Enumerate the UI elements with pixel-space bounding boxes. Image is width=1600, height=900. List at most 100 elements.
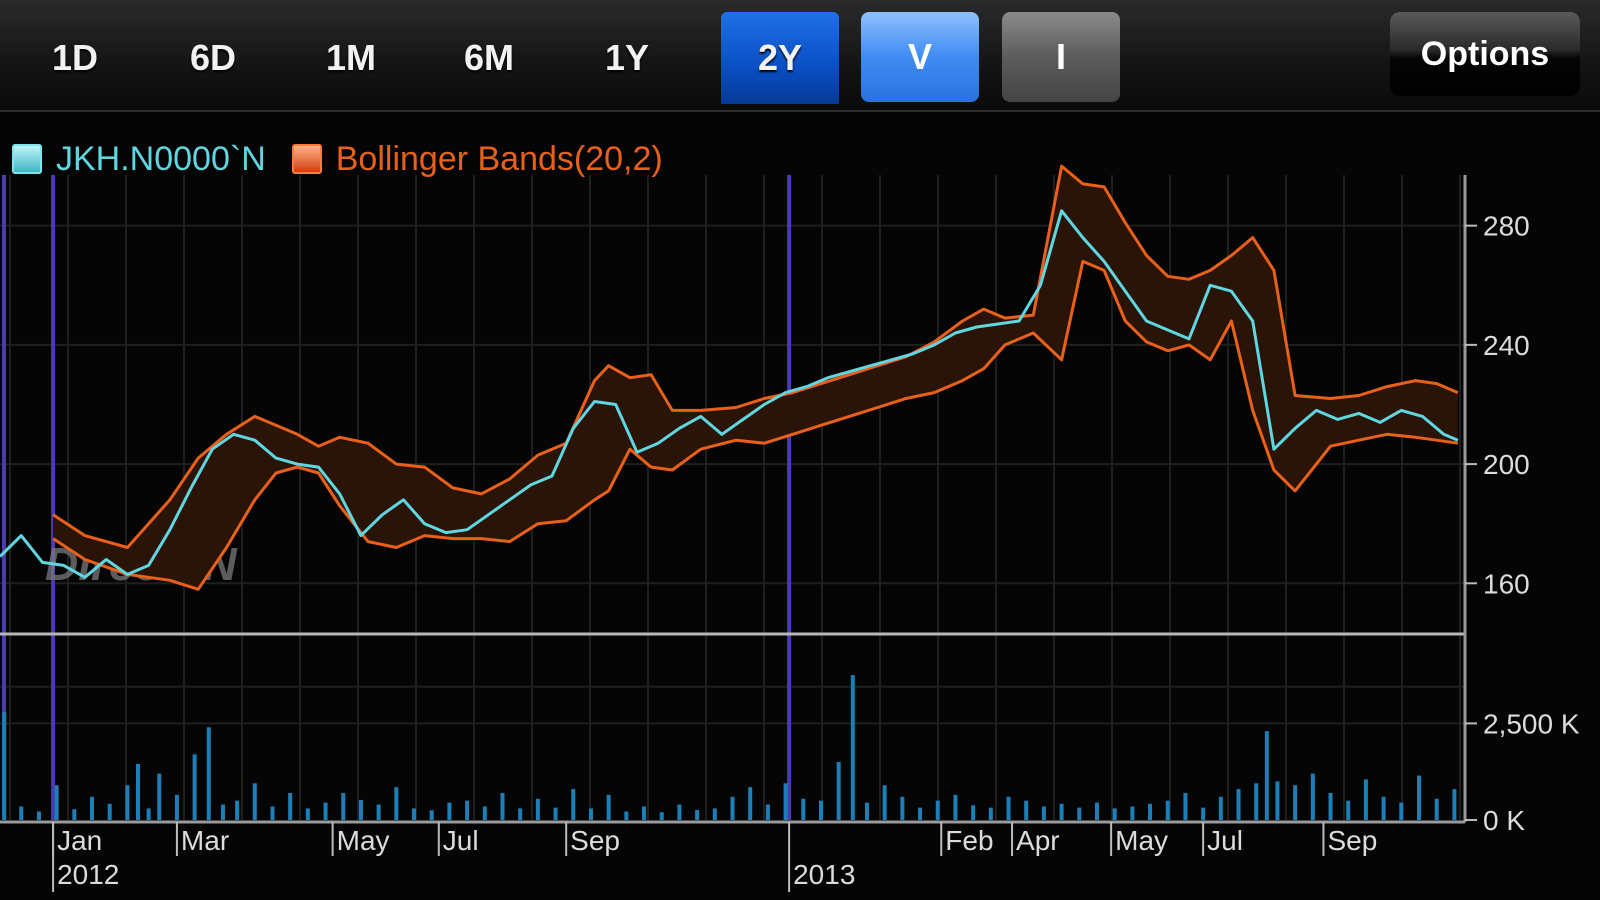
volume-bar xyxy=(1094,802,1099,820)
time-axis-label: May xyxy=(337,825,390,856)
volume-bar xyxy=(157,773,162,820)
volume-bar xyxy=(971,805,976,820)
volume-bar xyxy=(220,804,225,820)
volume-bar xyxy=(19,806,24,820)
volume-bar xyxy=(748,787,753,820)
volume-bar xyxy=(90,796,95,820)
volume-bar xyxy=(695,809,700,820)
volume-bar xyxy=(341,792,346,820)
volume-bar xyxy=(935,800,940,820)
volume-bar xyxy=(2,711,7,820)
time-axis-label: Jan xyxy=(57,825,102,856)
volume-bar xyxy=(818,800,823,820)
volume-bar xyxy=(1024,800,1029,820)
volume-bar xyxy=(1275,781,1280,820)
volume-bar xyxy=(836,762,841,820)
volume-bar xyxy=(606,794,611,820)
volume-bar xyxy=(1254,783,1259,820)
time-axis-label: Jul xyxy=(443,825,479,856)
volume-bar xyxy=(72,809,77,820)
volume-bar xyxy=(900,796,905,820)
volume-bar xyxy=(624,811,629,820)
volume-bar xyxy=(1452,789,1457,820)
volume-bar xyxy=(882,785,887,820)
volume-bar xyxy=(918,807,923,820)
time-axis-label: Mar xyxy=(181,825,229,856)
volume-bar xyxy=(358,799,363,820)
volume-bar xyxy=(429,810,434,820)
volume-bar xyxy=(1112,808,1117,820)
time-axis-label: Sep xyxy=(1327,825,1377,856)
price-volume-chart: DirectFN1602002402800 K2,500 KJanMarMayJ… xyxy=(0,164,1580,892)
volume-bar xyxy=(376,804,381,820)
time-axis-label: Sep xyxy=(570,825,620,856)
volume-bar xyxy=(518,808,523,820)
volume-bar xyxy=(1416,775,1421,820)
volume-bar xyxy=(1310,773,1315,820)
volume-bar xyxy=(36,811,41,820)
year-axis-label: 2013 xyxy=(793,859,855,890)
volume-bar xyxy=(174,794,179,820)
volume-bar xyxy=(206,727,211,820)
volume-bar xyxy=(850,675,855,820)
volume-bar xyxy=(192,754,197,820)
volume-bar xyxy=(288,792,293,820)
price-axis-label: 240 xyxy=(1483,330,1530,361)
volume-bar xyxy=(1381,796,1386,820)
price-axis-label: 200 xyxy=(1483,449,1530,480)
volume-axis-label: 0 K xyxy=(1483,805,1525,836)
volume-bar xyxy=(305,808,310,820)
volume-bar xyxy=(1264,731,1269,820)
volume-bar xyxy=(394,787,399,820)
volume-bar xyxy=(1059,803,1064,820)
volume-bar xyxy=(783,783,788,820)
volume-bar xyxy=(712,808,717,820)
volume-bar xyxy=(1041,806,1046,820)
volume-bar xyxy=(1363,779,1368,820)
volume-bar xyxy=(1006,796,1011,820)
time-axis-label: May xyxy=(1115,825,1168,856)
volume-bar xyxy=(535,798,540,820)
time-axis-label: Feb xyxy=(945,825,993,856)
volume-bar xyxy=(54,785,59,820)
volume-bar xyxy=(1218,796,1223,820)
volume-bar xyxy=(1236,789,1241,820)
volume-bar xyxy=(482,806,487,820)
volume-bar xyxy=(125,785,130,820)
volume-bar xyxy=(588,808,593,820)
volume-bar xyxy=(571,789,576,820)
volume-bar xyxy=(323,802,328,820)
volume-bar xyxy=(252,783,257,820)
volume-bar xyxy=(146,808,151,820)
bollinger-band-fill xyxy=(53,166,1458,590)
volume-bar xyxy=(765,804,770,820)
volume-bar xyxy=(677,804,682,820)
price-axis-label: 160 xyxy=(1483,568,1530,599)
volume-bar xyxy=(1165,800,1170,820)
volume-bar xyxy=(642,806,647,820)
volume-bar xyxy=(1328,792,1333,820)
volume-bar xyxy=(730,796,735,820)
year-axis-label: 2012 xyxy=(57,859,119,890)
volume-bar xyxy=(107,803,112,820)
volume-bar xyxy=(801,798,806,820)
volume-bar xyxy=(1201,807,1206,820)
volume-bar xyxy=(864,802,869,820)
volume-bar xyxy=(412,808,417,820)
volume-bar xyxy=(659,812,664,820)
time-axis-label: Apr xyxy=(1016,825,1060,856)
volume-bar xyxy=(1434,798,1439,820)
volume-bar xyxy=(465,800,470,820)
volume-bar xyxy=(270,806,275,820)
volume-bar xyxy=(953,794,958,820)
volume-bar xyxy=(447,802,452,820)
volume-bar xyxy=(1293,785,1298,820)
time-axis-label: Jul xyxy=(1207,825,1243,856)
volume-bar xyxy=(1148,803,1153,820)
volume-bar xyxy=(1346,800,1351,820)
price-axis-label: 280 xyxy=(1483,211,1530,242)
volume-bar xyxy=(988,807,993,820)
volume-bar xyxy=(235,800,240,820)
volume-bar xyxy=(1130,806,1135,820)
volume-bar xyxy=(1399,802,1404,820)
